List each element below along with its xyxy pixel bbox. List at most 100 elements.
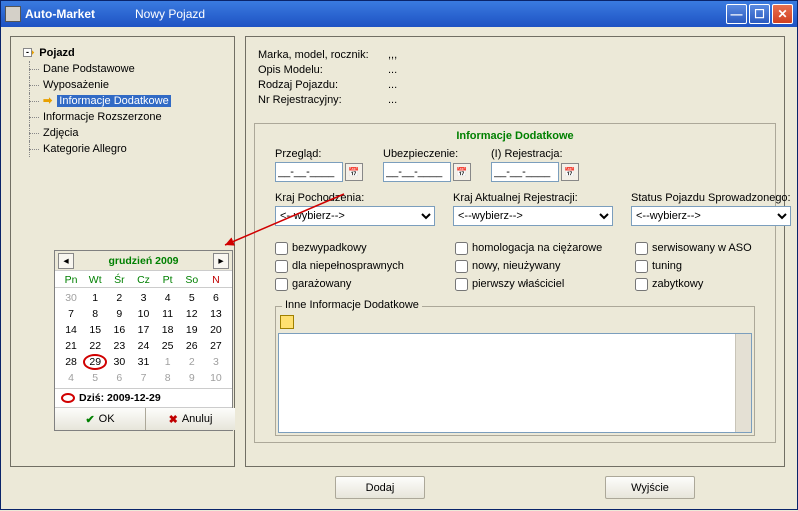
calendar-day[interactable]: 29: [83, 354, 107, 370]
calendar-day[interactable]: 30: [59, 290, 83, 306]
calendar-day[interactable]: 4: [156, 290, 180, 306]
status-select[interactable]: <--wybierz-->: [631, 206, 791, 226]
ok-label: OK: [99, 413, 115, 425]
checkbox-serwisowany-w-ASO[interactable]: serwisowany w ASO: [635, 240, 795, 256]
calendar-day[interactable]: 2: [180, 354, 204, 370]
calendar-day[interactable]: 10: [204, 370, 228, 386]
summary-row: Opis Modelu:...: [258, 62, 772, 77]
tree-item[interactable]: Kategorie Allegro: [25, 141, 228, 157]
calendar-day[interactable]: 30: [107, 354, 131, 370]
maximize-button[interactable]: ☐: [749, 4, 770, 24]
calendar-day[interactable]: 12: [180, 306, 204, 322]
calendar-day[interactable]: 26: [180, 338, 204, 354]
inne-info-legend: Inne Informacje Dodatkowe: [282, 299, 422, 311]
calendar-day[interactable]: 10: [131, 306, 155, 322]
tree-item[interactable]: ➡ Informacje Dodatkowe: [25, 93, 228, 109]
przeglad-label: Przegląd:: [275, 148, 363, 160]
calendar-day[interactable]: 8: [156, 370, 180, 386]
calendar-day[interactable]: 9: [107, 306, 131, 322]
calendar-cancel-button[interactable]: ✖ Anuluj: [145, 408, 235, 430]
przeglad-calendar-button[interactable]: 📅: [345, 163, 363, 181]
checkbox-garażowany[interactable]: garażowany: [275, 276, 455, 292]
inne-info-box: Inne Informacje Dodatkowe: [275, 306, 755, 436]
summary-block: Marka, model, rocznik:,,,Opis Modelu:...…: [246, 37, 784, 113]
ubezpieczenie-calendar-button[interactable]: 📅: [453, 163, 471, 181]
calendar-day[interactable]: 8: [83, 306, 107, 322]
tree-item[interactable]: Zdjęcia: [25, 125, 228, 141]
footer-buttons: Dodaj Wyjście: [245, 476, 785, 499]
checkbox-bezwypadkowy[interactable]: bezwypadkowy: [275, 240, 455, 256]
section-title: Informacje Dodatkowe: [265, 130, 765, 142]
calendar-day[interactable]: 23: [107, 338, 131, 354]
titlebar: Auto-Market Nowy Pojazd — ☐ ✕: [1, 1, 797, 27]
calendar-day[interactable]: 15: [83, 322, 107, 338]
checkbox-tuning[interactable]: tuning: [635, 258, 795, 274]
tree-item[interactable]: Dane Podstawowe: [25, 61, 228, 77]
przeglad-input[interactable]: [275, 162, 343, 182]
scrollbar[interactable]: [735, 334, 751, 432]
calendar-day[interactable]: 3: [204, 354, 228, 370]
summary-row: Rodzaj Pojazdu:...: [258, 77, 772, 92]
calendar-days-grid: 3012345678910111213141516171819202122232…: [55, 288, 232, 388]
calendar-day[interactable]: 5: [83, 370, 107, 386]
checkbox-dla-niepełnosprawnych[interactable]: dla niepełnosprawnych: [275, 258, 455, 274]
close-button[interactable]: ✕: [772, 4, 793, 24]
section-box: Informacje Dodatkowe Przegląd: 📅 Ubezpie…: [254, 123, 776, 443]
calendar-day[interactable]: 27: [204, 338, 228, 354]
rejestracja-calendar-button[interactable]: 📅: [561, 163, 579, 181]
calendar-day[interactable]: 2: [107, 290, 131, 306]
minimize-button[interactable]: —: [726, 4, 747, 24]
add-button[interactable]: Dodaj: [335, 476, 425, 499]
inne-info-textarea[interactable]: [278, 333, 752, 433]
calendar-day[interactable]: 6: [204, 290, 228, 306]
calendar-prev-button[interactable]: ◂: [58, 253, 74, 269]
calendar-ok-button[interactable]: ✔ OK: [55, 408, 145, 430]
calendar-day[interactable]: 7: [131, 370, 155, 386]
exit-button[interactable]: Wyjście: [605, 476, 695, 499]
checkbox-grid: bezwypadkowyhomologacja na ciężaroweserw…: [275, 240, 755, 292]
calendar-day[interactable]: 21: [59, 338, 83, 354]
calendar-day[interactable]: 20: [204, 322, 228, 338]
calendar-day[interactable]: 18: [156, 322, 180, 338]
rejestracja-input[interactable]: [491, 162, 559, 182]
calendar-next-button[interactable]: ▸: [213, 253, 229, 269]
calendar-day[interactable]: 1: [156, 354, 180, 370]
checkbox-pierwszy-właściciel[interactable]: pierwszy właściciel: [455, 276, 635, 292]
calendar-day[interactable]: 28: [59, 354, 83, 370]
calendar-day[interactable]: 16: [107, 322, 131, 338]
app-title: Auto-Market: [25, 7, 95, 21]
calendar-today-row[interactable]: Dziś: 2009-12-29: [55, 388, 232, 407]
calendar-day[interactable]: 9: [180, 370, 204, 386]
nav-tree: -➡ PojazdDane PodstawoweWyposażenie➡ Inf…: [11, 37, 234, 163]
kraj-rejestracji-select[interactable]: <--wybierz-->: [453, 206, 613, 226]
today-ring-icon: [61, 393, 75, 403]
calendar-day[interactable]: 1: [83, 290, 107, 306]
kraj-rejestracji-label: Kraj Aktualnej Rejestracji:: [453, 192, 613, 204]
tree-item[interactable]: Wyposażenie: [25, 77, 228, 93]
summary-row: Marka, model, rocznik:,,,: [258, 47, 772, 62]
note-icon[interactable]: [280, 315, 294, 329]
calendar-day[interactable]: 11: [156, 306, 180, 322]
left-panel: -➡ PojazdDane PodstawoweWyposażenie➡ Inf…: [10, 36, 235, 467]
calendar-day[interactable]: 5: [180, 290, 204, 306]
right-panel: Marka, model, rocznik:,,,Opis Modelu:...…: [245, 36, 785, 467]
checkbox-nowy,-nieużywany[interactable]: nowy, nieużywany: [455, 258, 635, 274]
calendar-day[interactable]: 14: [59, 322, 83, 338]
kraj-pochodzenia-select[interactable]: <--wybierz-->: [275, 206, 435, 226]
calendar-day[interactable]: 25: [156, 338, 180, 354]
ubezpieczenie-input[interactable]: [383, 162, 451, 182]
calendar-day[interactable]: 22: [83, 338, 107, 354]
calendar-day[interactable]: 31: [131, 354, 155, 370]
calendar-day[interactable]: 19: [180, 322, 204, 338]
calendar-day[interactable]: 17: [131, 322, 155, 338]
calendar-day[interactable]: 13: [204, 306, 228, 322]
tree-item[interactable]: Informacje Rozszerzone: [25, 109, 228, 125]
calendar-day[interactable]: 24: [131, 338, 155, 354]
calendar-day[interactable]: 6: [107, 370, 131, 386]
checkbox-homologacja-na-ciężarowe[interactable]: homologacja na ciężarowe: [455, 240, 635, 256]
calendar-day[interactable]: 4: [59, 370, 83, 386]
checkbox-zabytkowy[interactable]: zabytkowy: [635, 276, 795, 292]
calendar-day[interactable]: 7: [59, 306, 83, 322]
calendar-day[interactable]: 3: [131, 290, 155, 306]
tree-root[interactable]: -➡ Pojazd: [25, 45, 228, 61]
